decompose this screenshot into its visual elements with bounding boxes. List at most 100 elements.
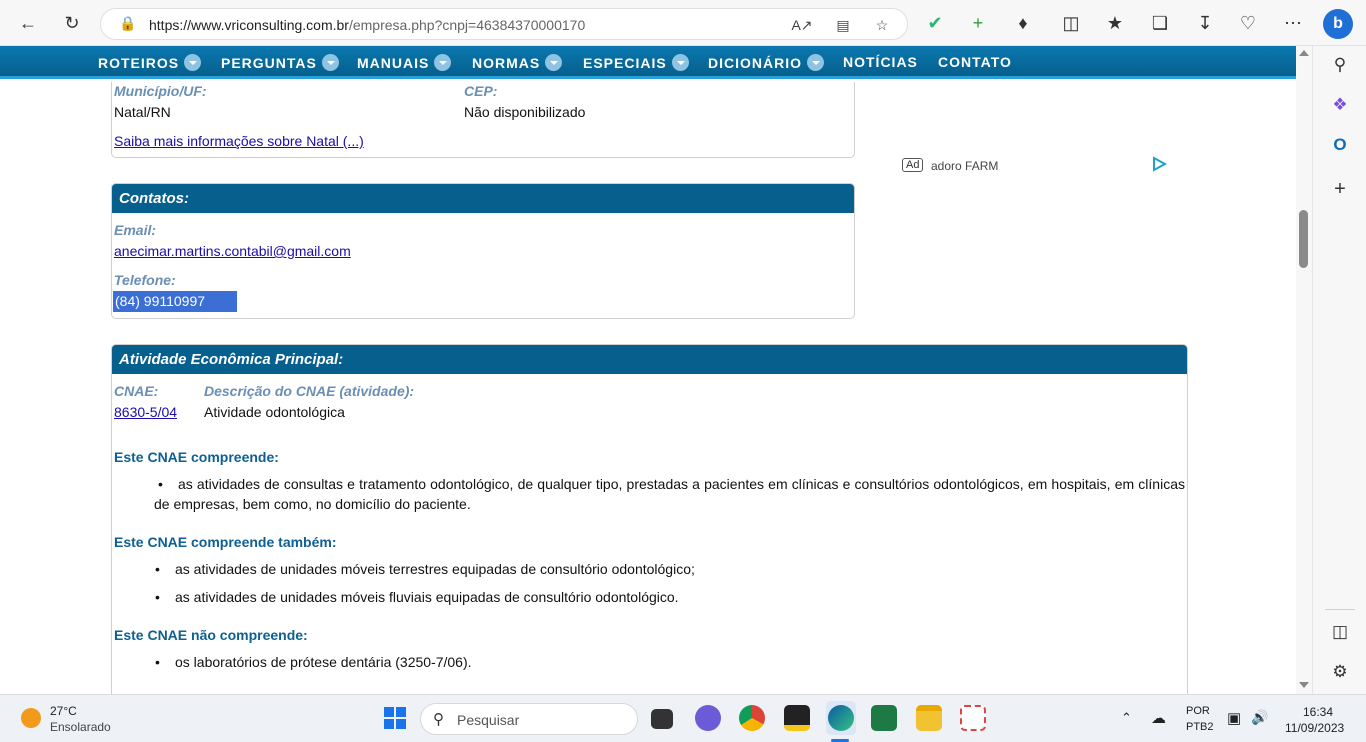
nav-perguntas[interactable]: PERGUNTAS [221,54,339,71]
outlook-icon[interactable]: O [1327,132,1353,158]
nav-label: CONTATO [938,54,1012,70]
hide-sidebar-icon[interactable]: ◫ [1327,619,1353,645]
cep-value: Não disponibilizado [464,104,586,120]
nav-label: PERGUNTAS [221,54,317,71]
chevron-down-icon [671,54,689,71]
search-placeholder: Pesquisar [457,712,520,728]
taskbar-search[interactable]: ⚲ Pesquisar [420,703,638,735]
nav-contato[interactable]: CONTATO [938,54,1012,70]
onedrive-cloud-icon[interactable]: ☁ [1151,709,1166,727]
nav-label: ROTEIROS [98,54,180,71]
comprises-also-item: as atividades de unidades móveis fluviai… [155,587,679,607]
collections-icon[interactable]: ❏ [1145,8,1175,38]
clock-date[interactable]: 11/09/2023 [1285,721,1344,735]
copilot-icon[interactable]: ❖ [1327,92,1353,118]
city-info-link[interactable]: Saiba mais informações sobre Natal (...) [114,133,364,149]
clock-time[interactable]: 16:34 [1303,705,1333,719]
url-host: https://www.vriconsulting.com.br [149,17,349,33]
phone-label: Telefone: [114,272,176,288]
comprises-also-heading: Este CNAE compreende também: [114,534,337,550]
performance-icon[interactable]: ♡ [1233,8,1263,38]
extension-green-icon[interactable]: ✔ [920,8,950,38]
chevron-down-icon [807,54,824,71]
refresh-icon[interactable]: ↻ [57,8,87,38]
cnae-label: CNAE: [114,383,159,399]
not-comprises-item: os laboratórios de prótese dentária (325… [155,652,471,672]
nav-roteiros[interactable]: ROTEIROS [98,54,202,71]
url-path: /empresa.php?cnpj=46384370000170 [348,17,586,33]
snipping-tool-icon[interactable] [960,705,986,731]
split-screen-icon[interactable]: ◫ [1056,8,1086,38]
email-label: Email: [114,222,157,238]
page-scrollbar[interactable] [1296,46,1312,694]
sun-icon[interactable] [21,708,41,728]
weather-condition[interactable]: Ensolarado [50,720,111,734]
nav-label: NORMAS [472,54,541,71]
volume-icon[interactable]: 🔊 [1251,709,1268,726]
ad-text[interactable]: adoro FARM [931,159,998,173]
activity-title: Atividade Econômica Principal: [112,345,1187,374]
cnae-code-link[interactable]: 8630-5/04 [114,404,177,420]
add-sidebar-app-icon[interactable]: + [1327,176,1353,202]
windows-start-icon[interactable] [383,706,409,732]
excel-icon[interactable] [871,705,897,731]
settings-gear-icon[interactable]: ⚙ [1327,659,1353,685]
immersive-reader-icon[interactable]: ▤ [832,14,854,36]
keyboard-layout[interactable]: PTB2 [1186,721,1214,733]
favorites-icon[interactable]: ★ [1100,8,1130,38]
nav-label: NOTÍCIAS [843,54,918,70]
contacts-title: Contatos: [112,184,854,213]
email-link[interactable]: anecimar.martins.contabil@gmail.com [114,243,351,259]
municipio-label: Município/UF: [114,83,207,99]
search-icon: ⚲ [433,711,444,728]
page-content: Município/UF: Natal/RN CEP: Não disponib… [0,82,1296,694]
sidebar-divider [1325,609,1355,610]
chevron-up-icon[interactable]: ⌃ [1121,710,1132,726]
nav-normas[interactable]: NORMAS [472,54,563,71]
language-indicator[interactable]: POR [1186,705,1210,717]
nav-especiais[interactable]: ESPECIAIS [583,54,689,71]
cnae-description: Atividade odontológica [204,404,345,420]
phone-value[interactable]: (84) 99110997 [115,293,205,309]
favorite-star-icon[interactable]: ☆ [871,14,893,36]
network-icon[interactable]: ▣ [1227,709,1241,727]
task-view-icon[interactable] [651,709,673,729]
scrollbar-thumb[interactable] [1299,210,1308,268]
lock-icon[interactable]: 🔒 [119,15,136,32]
chevron-down-icon [184,54,202,71]
file-explorer-icon[interactable] [916,705,942,731]
nav-dicionario[interactable]: DICIONÁRIO [708,54,824,71]
sticky-notes-icon[interactable] [784,705,810,731]
read-aloud-icon[interactable]: A↗ [791,14,813,36]
comprises-also-item: as atividades de unidades móveis terrest… [155,559,695,579]
nav-noticias[interactable]: NOTÍCIAS [843,54,918,70]
ad-choices-icon[interactable] [1151,156,1167,172]
nav-label: MANUAIS [357,54,430,71]
chrome-icon[interactable] [739,705,765,731]
browser-toolbar: ← ↻ 🔒 https://www.vriconsulting.com.br/e… [0,0,1366,46]
scroll-down-icon[interactable] [1299,682,1309,688]
back-icon[interactable]: ← [13,8,43,38]
chevron-down-icon [321,54,339,71]
chevron-down-icon [545,54,563,71]
ad-badge: Ad [902,158,924,172]
add-extension-icon[interactable]: + [963,8,993,38]
nav-label: ESPECIAIS [583,54,667,71]
address-bar[interactable]: 🔒 https://www.vriconsulting.com.br/empre… [100,8,908,40]
more-menu-icon[interactable]: ⋯ [1278,8,1308,38]
not-comprises-heading: Este CNAE não compreende: [114,627,308,643]
windows-taskbar: 27°C Ensolarado ⚲ Pesquisar ⌃ ☁ POR PTB2… [0,694,1366,742]
chevron-down-icon [434,54,452,71]
url-text[interactable]: https://www.vriconsulting.com.br/empresa… [149,17,585,33]
downloads-icon[interactable]: ↧ [1190,8,1220,38]
bing-copilot-icon[interactable]: b [1323,9,1353,39]
nav-manuais[interactable]: MANUAIS [357,54,452,71]
teams-chat-icon[interactable] [695,705,721,731]
cep-label: CEP: [464,83,498,99]
scroll-up-icon[interactable] [1299,50,1309,56]
edge-icon[interactable] [828,705,854,731]
weather-temperature[interactable]: 27°C [50,704,77,718]
edge-sidebar: ⚲ ❖ O + ◫ ⚙ [1312,46,1366,694]
search-icon[interactable]: ⚲ [1327,52,1353,78]
extensions-puzzle-icon[interactable]: ♦ [1008,8,1038,38]
